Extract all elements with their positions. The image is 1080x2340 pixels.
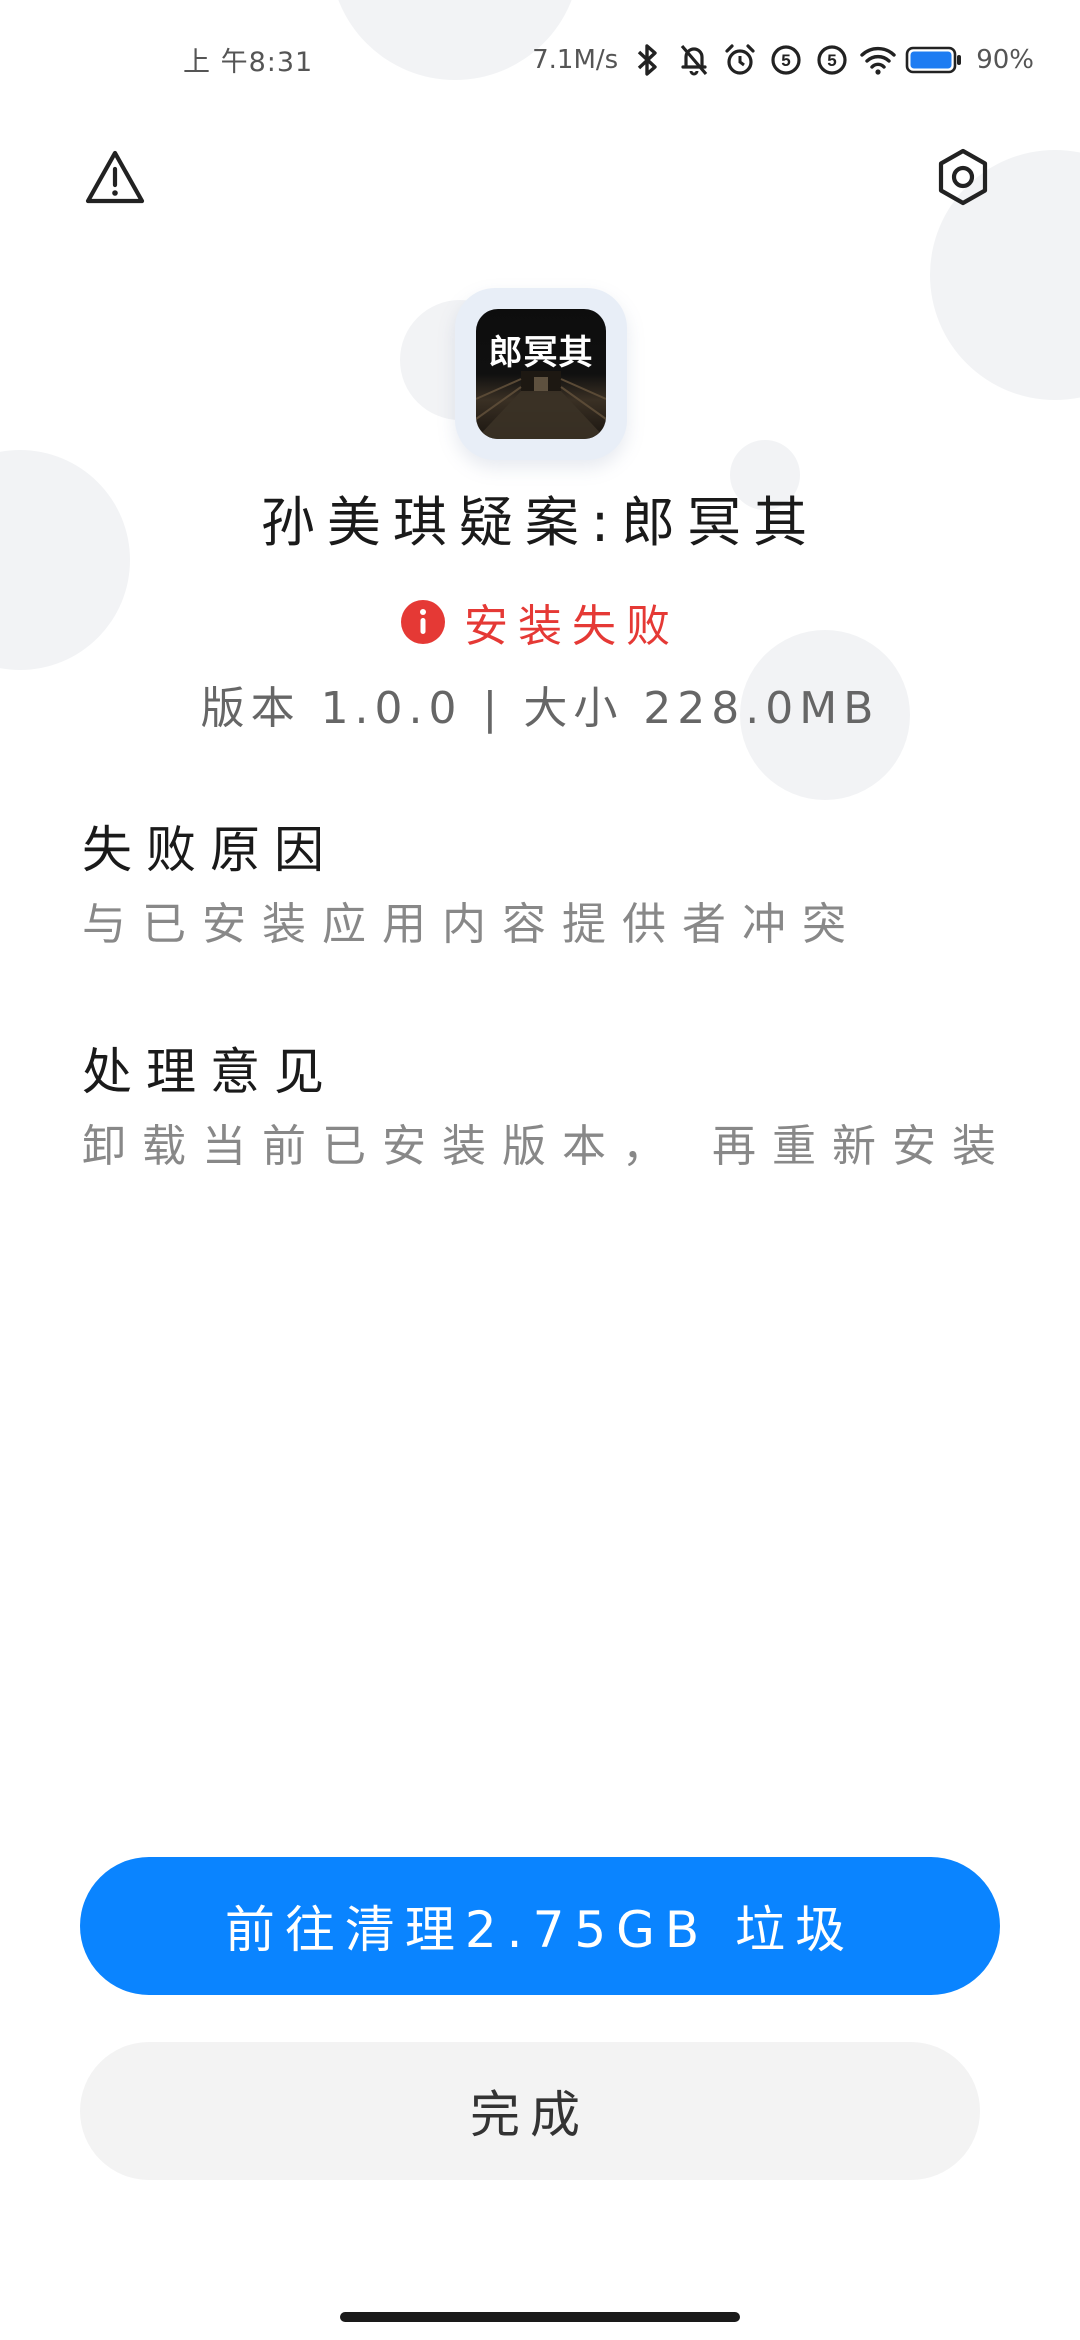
failure-reason-title: 失败原因 — [82, 821, 338, 879]
sim-5g-icon: 5 — [812, 40, 852, 80]
bluetooth-icon — [628, 40, 668, 80]
app-name: 孙美琪疑案:郎冥其 — [260, 491, 820, 554]
clean-junk-button-label: 前往清理2.75GB 垃圾 — [224, 1901, 856, 1959]
sim-5g-icon: 5 — [766, 40, 806, 80]
network-speed: 7.1M/s — [532, 45, 619, 75]
alarm-icon — [720, 40, 760, 80]
install-status-text: 安装失败 — [464, 601, 680, 652]
wifi-icon — [858, 40, 898, 80]
info-icon — [400, 599, 446, 645]
suggestion-body: 卸载当前已安装版本， 再重新安装 — [82, 1121, 1012, 1172]
status-time: 上 午8:31 — [183, 47, 314, 78]
mute-bell-icon — [674, 40, 714, 80]
install-status: 安装失败 — [0, 590, 1080, 654]
status-indicators: 7.1M/s 5 5 90% — [532, 38, 1034, 82]
clean-junk-button[interactable]: 前往清理2.75GB 垃圾 — [80, 1857, 1000, 1995]
status-bar: 上 午8:31 7.1M/s 5 5 90% — [0, 0, 1080, 120]
svg-text:5: 5 — [827, 51, 836, 70]
failure-reason-body: 与已安装应用内容提供者冲突 — [82, 899, 862, 950]
battery-icon — [904, 40, 964, 80]
app-icon-image: 郎冥其 — [476, 309, 606, 439]
suggestion-title: 处理意见 — [82, 1043, 338, 1101]
app-icon: 郎冥其 — [455, 288, 627, 460]
done-button[interactable]: 完成 — [80, 2042, 980, 2180]
settings-icon[interactable] — [928, 142, 998, 212]
svg-text:5: 5 — [781, 51, 790, 70]
home-indicator[interactable] — [340, 2312, 740, 2322]
install-result-screen: 上 午8:31 7.1M/s 5 5 90% 郎冥其 孙美琪疑案:郎冥其 安装失… — [0, 0, 1080, 2340]
version-size-info: 版本 1.0.0 | 大小 228.0MB — [200, 683, 880, 734]
warning-icon[interactable] — [80, 142, 150, 212]
done-button-label: 完成 — [470, 2086, 590, 2144]
battery-percent: 90% — [976, 45, 1034, 75]
